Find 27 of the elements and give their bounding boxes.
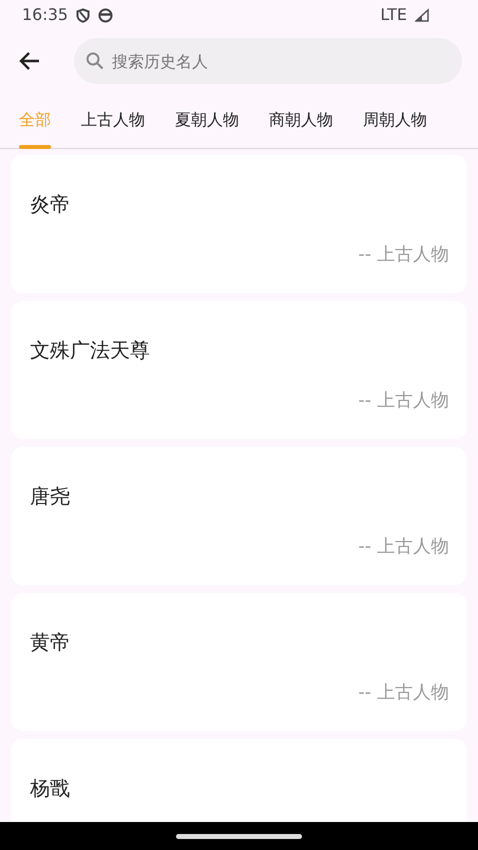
person-category: -- 上古人物 xyxy=(358,390,449,411)
tab[interactable]: 周朝人物 xyxy=(348,92,442,148)
person-card[interactable]: 文殊广法天尊 -- 上古人物 xyxy=(11,301,467,439)
status-time: 16:35 xyxy=(22,4,68,26)
signal-icon xyxy=(415,8,430,22)
search-icon xyxy=(86,52,104,70)
person-name: 杨戬 xyxy=(30,775,71,802)
shield-icon xyxy=(76,8,90,22)
person-card[interactable]: 炎帝 -- 上古人物 xyxy=(11,155,467,293)
person-card[interactable]: 黄帝 -- 上古人物 xyxy=(11,593,467,731)
home-indicator[interactable] xyxy=(176,834,302,838)
person-category: -- 上古人物 xyxy=(358,682,449,703)
back-icon[interactable] xyxy=(18,51,40,71)
person-name: 黄帝 xyxy=(30,629,71,656)
person-name: 炎帝 xyxy=(30,191,71,218)
person-card[interactable]: 杨戬 xyxy=(11,739,467,822)
person-name: 唐尧 xyxy=(30,483,71,510)
person-category: -- 上古人物 xyxy=(358,536,449,557)
tab[interactable]: 商朝人物 xyxy=(254,92,348,148)
network-type: LTE xyxy=(380,4,407,26)
search-field[interactable]: 搜索历史名人 xyxy=(74,38,462,84)
person-card[interactable]: 唐尧 -- 上古人物 xyxy=(11,447,467,585)
person-name: 文殊广法天尊 xyxy=(30,337,151,364)
person-category: -- 上古人物 xyxy=(358,244,449,265)
tab[interactable]: 夏朝人物 xyxy=(160,92,254,148)
tab-indicator xyxy=(19,145,51,149)
tab[interactable]: 上古人物 xyxy=(66,92,160,148)
